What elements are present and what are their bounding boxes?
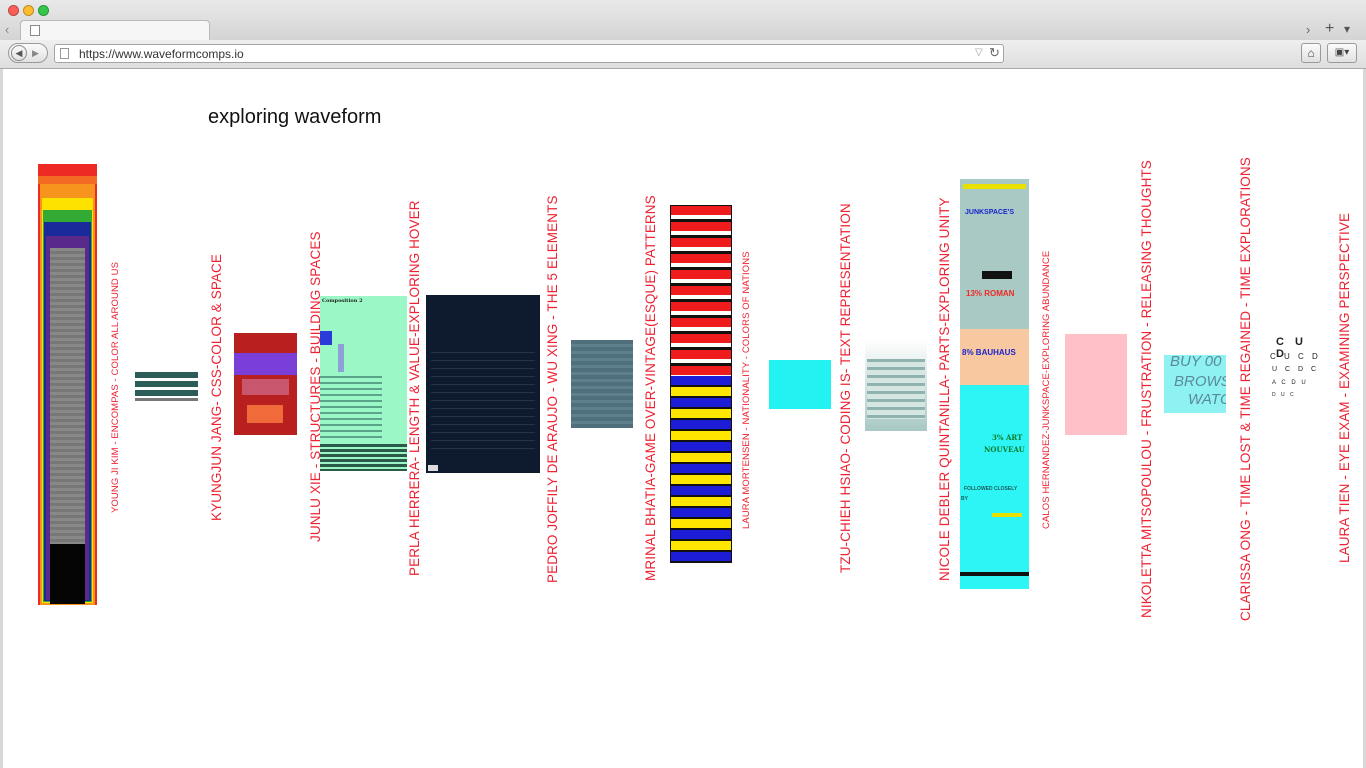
nav-buttons: ◀ ▶ bbox=[8, 43, 48, 63]
project-label-12[interactable]: CLARISSA ONG - TIME LOST & TIME REGAINED… bbox=[1238, 157, 1254, 621]
chevron-down-icon[interactable]: ▽ bbox=[975, 47, 983, 58]
close-window-button[interactable] bbox=[8, 5, 19, 16]
tab-scroll-left-icon[interactable]: ‹ bbox=[5, 22, 9, 37]
project-thumbnail-10[interactable]: JUNKSPACE'S 13% ROMAN 8% BAUHAUS 3% ART … bbox=[960, 179, 1029, 589]
tab-menu-icon[interactable]: ▾ bbox=[1344, 22, 1350, 36]
project-thumbnail-8[interactable] bbox=[769, 360, 831, 409]
page-title: exploring waveform bbox=[208, 106, 382, 128]
buy-text: BUY 00 bbox=[1170, 355, 1222, 370]
zoom-window-button[interactable] bbox=[38, 5, 49, 16]
arrow-right-icon[interactable]: ▶ bbox=[32, 45, 39, 61]
browser-tab[interactable] bbox=[20, 20, 210, 40]
roman-text: 13% ROMAN bbox=[966, 289, 1015, 298]
junkspace-text: JUNKSPACE'S bbox=[965, 209, 1014, 216]
art-nouveau-pct-text: 3% ART bbox=[992, 433, 1023, 442]
page-icon bbox=[60, 48, 69, 59]
bauhaus-text: 8% BAUHAUS bbox=[962, 348, 1016, 357]
project-thumbnail-1[interactable] bbox=[38, 164, 97, 605]
project-label-4[interactable]: PERLA HERRERA- LENGTH & VALUE-EXPLORING … bbox=[407, 200, 423, 576]
project-thumbnail-3[interactable] bbox=[234, 333, 297, 435]
project-label-8[interactable]: TZU-CHIEH HSIAO- CODING IS- TEXT REPRESE… bbox=[838, 203, 854, 573]
bookmarks-menu-button[interactable]: ▣▾ bbox=[1327, 43, 1357, 63]
project-label-9[interactable]: NICOLE DEBLER QUINTANILLA- PARTS-EXPLORI… bbox=[937, 197, 953, 581]
by-text: BY bbox=[961, 496, 968, 502]
url-text[interactable]: https://www.waveformcomps.io bbox=[79, 47, 244, 61]
art-nouveau-text: NOUVEAU bbox=[984, 445, 1025, 454]
project-label-10[interactable]: CALOS HERNANDEZ-JUNKSPACE-EXPLORING ABUN… bbox=[1041, 251, 1053, 529]
followed-text: FOLLOWED CLOSELY bbox=[964, 486, 1018, 492]
project-label-5[interactable]: PEDRO JOFFILY DE ARAUJO - WU XING - THE … bbox=[545, 195, 561, 583]
new-tab-button[interactable]: + bbox=[1325, 20, 1334, 38]
minimize-window-button[interactable] bbox=[23, 5, 34, 16]
tab-scroll-right-icon[interactable]: › bbox=[1306, 22, 1310, 37]
project-label-7[interactable]: LAURA MORTENSEN - NATIONALITY - COLORS O… bbox=[741, 251, 753, 529]
project-label-3[interactable]: JUNLU XIE - STRUCTURES - BUILDING SPACES bbox=[308, 231, 324, 542]
brows-text: BROWS bbox=[1174, 373, 1226, 390]
project-thumbnail-6[interactable] bbox=[571, 340, 633, 428]
project-thumbnail-11[interactable] bbox=[1065, 334, 1127, 435]
project-label-11[interactable]: NIKOLETTA MITSOPOULOU - FRUSTRATION - RE… bbox=[1139, 160, 1155, 618]
arrow-left-icon[interactable]: ◀ bbox=[11, 45, 27, 61]
project-label-13[interactable]: LAURA TIEN - EYE EXAM - EXAMINING PERSPE… bbox=[1337, 213, 1353, 563]
project-thumbnail-5[interactable] bbox=[426, 295, 540, 473]
project-label-6[interactable]: MRINAL BHATIA-GAME OVER-VINTAGE(ESQUE) P… bbox=[643, 195, 659, 581]
browser-toolbar: ◀ ▶ https://www.waveformcomps.io ▽ ↻ ⌂ ▣… bbox=[0, 40, 1366, 69]
reload-icon[interactable]: ↻ bbox=[989, 45, 1000, 61]
browser-titlebar: ‹ › + ▾ bbox=[0, 0, 1366, 41]
home-icon[interactable]: ⌂ bbox=[1301, 43, 1321, 63]
project-thumbnail-7[interactable] bbox=[670, 205, 732, 563]
project-thumbnail-2[interactable] bbox=[135, 369, 198, 404]
page-icon bbox=[30, 25, 40, 36]
watch-text: WATCH bbox=[1188, 391, 1226, 408]
project-thumbnail-4[interactable]: Composition 2 bbox=[320, 296, 407, 471]
composition-text: Composition 2 bbox=[322, 298, 363, 304]
address-bar[interactable]: https://www.waveformcomps.io ▽ ↻ bbox=[54, 44, 1004, 63]
project-thumbnail-12[interactable]: BUY 00 BROWS WATCH bbox=[1164, 355, 1226, 413]
project-thumbnail-9[interactable] bbox=[865, 339, 927, 431]
project-thumbnail-13[interactable]: C U D C U C D U C D C A C D U D U C bbox=[1262, 328, 1324, 440]
project-label-1[interactable]: YOUNG JI KIM - ENCOMPAS - COLOR ALL AROU… bbox=[110, 262, 122, 513]
project-label-2[interactable]: KYUNGJUN JANG- CSS-COLOR & SPACE bbox=[209, 254, 225, 521]
